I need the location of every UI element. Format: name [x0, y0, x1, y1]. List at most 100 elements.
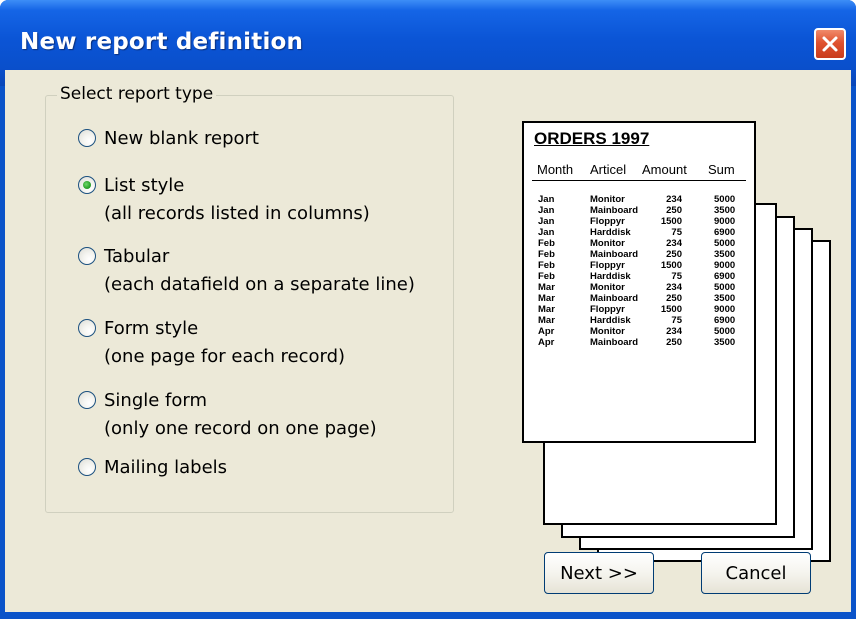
preview-table-cell: Jan — [538, 194, 555, 205]
preview-table-cell: 1500 — [660, 304, 682, 315]
option-description: (only one record on one page) — [104, 418, 377, 439]
radio-selected-dot — [83, 181, 91, 189]
preview-table-cell: Apr — [538, 337, 555, 348]
next-button[interactable]: Next >> — [544, 552, 654, 594]
radio-single-form[interactable] — [78, 391, 96, 409]
report-type-groupbox — [45, 95, 454, 513]
preview-table-row: Apr Monitor 234 5000 — [524, 326, 754, 337]
close-button[interactable] — [814, 28, 846, 60]
preview-table-cell: 5000 — [714, 282, 736, 293]
radio-list-style[interactable] — [78, 176, 96, 194]
dialog-body: Select report type New blank report List… — [5, 70, 851, 612]
radio-tabular[interactable] — [78, 247, 96, 265]
preview-header-rule — [532, 180, 746, 181]
preview-table-row: Feb Floppyr 1500 9000 — [524, 260, 754, 271]
preview-table-row: Mar Harddisk 75 6900 — [524, 315, 754, 326]
preview-table-cell: Feb — [538, 238, 555, 249]
preview-table-cell: 250 — [666, 293, 682, 304]
preview-table-row: Jan Harddisk 75 6900 — [524, 227, 754, 238]
close-icon — [822, 36, 838, 52]
preview-table-cell: 75 — [671, 315, 682, 326]
preview-table-cell: Apr — [538, 326, 555, 337]
preview-col-header: Sum — [708, 162, 735, 177]
preview-table-cell: 3500 — [714, 205, 736, 216]
preview-table-cell: Feb — [538, 260, 555, 271]
option-label: Tabular — [104, 246, 170, 267]
radio-mailing-labels[interactable] — [78, 458, 96, 476]
report-preview-page: ORDERS 1997 Month Articel Amount Sum Jan… — [522, 121, 756, 443]
option-label: Mailing labels — [104, 457, 228, 478]
preview-table-cell: 5000 — [714, 194, 736, 205]
preview-table-cell: Harddisk — [590, 227, 631, 238]
window-title: New report definition — [20, 29, 304, 55]
option-description: (all records listed in columns) — [104, 203, 370, 224]
preview-table-row: Mar Mainboard 250 3500 — [524, 293, 754, 304]
preview-table-cell: 75 — [671, 227, 682, 238]
preview-table-cell: 250 — [666, 337, 682, 348]
preview-table-cell: Mar — [538, 282, 555, 293]
preview-table-cell: 234 — [666, 194, 682, 205]
radio-form-style[interactable] — [78, 319, 96, 337]
preview-table-cell: 5000 — [714, 238, 736, 249]
preview-table-cell: 3500 — [714, 293, 736, 304]
option-label: New blank report — [104, 128, 259, 149]
option-description: (each datafield on a separate line) — [104, 274, 415, 295]
preview-table-cell: Harddisk — [590, 271, 631, 282]
preview-table-cell: Floppyr — [590, 216, 625, 227]
preview-table-cell: 234 — [666, 238, 682, 249]
preview-table-cell: Monitor — [590, 238, 625, 249]
preview-table-cell: Harddisk — [590, 315, 631, 326]
preview-table-cell: 6900 — [714, 315, 736, 326]
option-description: (one page for each record) — [104, 346, 346, 367]
preview-table-cell: 75 — [671, 271, 682, 282]
preview-table-cell: Mar — [538, 293, 555, 304]
preview-table-cell: 250 — [666, 205, 682, 216]
preview-table-cell: Mar — [538, 304, 555, 315]
preview-table-cell: Floppyr — [590, 260, 625, 271]
preview-table-row: Feb Harddisk 75 6900 — [524, 271, 754, 282]
radio-new-blank-report[interactable] — [78, 129, 96, 147]
preview-table-cell: 3500 — [714, 249, 736, 260]
preview-table-cell: Mainboard — [590, 337, 639, 348]
preview-table-cell: Jan — [538, 227, 555, 238]
preview-table-row: Apr Mainboard 250 3500 — [524, 337, 754, 348]
option-label: Single form — [104, 390, 208, 411]
preview-table-cell: Floppyr — [590, 304, 625, 315]
preview-table-cell: 6900 — [714, 227, 736, 238]
preview-table-cell: 3500 — [714, 337, 736, 348]
preview-table-cell: 9000 — [714, 304, 736, 315]
preview-table-cell: Jan — [538, 216, 555, 227]
preview-table-cell: 5000 — [714, 326, 736, 337]
preview-table-row: Feb Mainboard 250 3500 — [524, 249, 754, 260]
preview-table-row: Jan Floppyr 1500 9000 — [524, 216, 754, 227]
preview-table-cell: Mar — [538, 315, 555, 326]
preview-table-cell: 250 — [666, 249, 682, 260]
preview-table-row: Jan Mainboard 250 3500 — [524, 205, 754, 216]
preview-col-header: Month — [537, 162, 574, 177]
dialog-window: New report definition Select report type… — [0, 0, 856, 619]
preview-table-cell: 1500 — [660, 216, 682, 227]
preview-table-cell: 6900 — [714, 271, 736, 282]
preview-table-cell: Monitor — [590, 282, 625, 293]
preview-table-row: Mar Floppyr 1500 9000 — [524, 304, 754, 315]
preview-table-cell: 9000 — [714, 216, 736, 227]
preview-table-cell: 234 — [666, 326, 682, 337]
preview-table-cell: Mainboard — [590, 205, 639, 216]
preview-table-cell: Feb — [538, 271, 555, 282]
preview-col-header: Articel — [590, 162, 627, 177]
preview-report-title: ORDERS 1997 — [534, 129, 650, 148]
cancel-button[interactable]: Cancel — [701, 552, 811, 594]
option-label: Form style — [104, 318, 199, 339]
preview-table-body: Jan Monitor 234 5000 Jan Mainboard 250 3500 Jan F… — [524, 194, 754, 348]
preview-table-cell: Mainboard — [590, 249, 639, 260]
preview-table-cell: Monitor — [590, 194, 625, 205]
option-label: List style — [104, 175, 185, 196]
preview-table-cell: 1500 — [660, 260, 682, 271]
preview-table-row: Mar Monitor 234 5000 — [524, 282, 754, 293]
preview-table-cell: Feb — [538, 249, 555, 260]
groupbox-label: Select report type — [57, 84, 217, 104]
preview-table-cell: Monitor — [590, 326, 625, 337]
preview-table-cell: 234 — [666, 282, 682, 293]
preview-table-cell: Mainboard — [590, 293, 639, 304]
preview-table-cell: 9000 — [714, 260, 736, 271]
